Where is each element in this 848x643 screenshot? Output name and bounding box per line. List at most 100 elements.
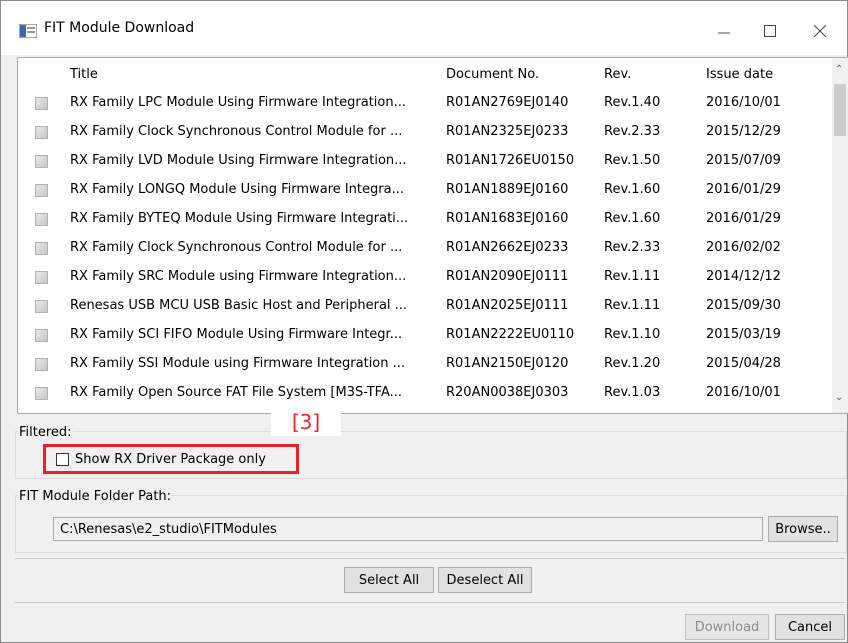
- document-icon: [35, 300, 48, 313]
- table-row[interactable]: RX Family BYTEQ Module Using Firmware In…: [18, 204, 832, 233]
- table-row[interactable]: RX Family SRC Module using Firmware Inte…: [18, 262, 832, 291]
- document-icon: [35, 387, 48, 400]
- annotation-callout: [3]: [271, 408, 341, 436]
- minimize-icon: [718, 32, 730, 34]
- row-document-no: R01AN1726EU0150: [446, 153, 575, 168]
- document-icon: [35, 329, 48, 342]
- cancel-button[interactable]: Cancel: [775, 614, 845, 640]
- row-document-no: R01AN2025EJ0111: [446, 298, 569, 313]
- table-row[interactable]: RX Family LPC Module Using Firmware Inte…: [18, 88, 832, 117]
- table-row[interactable]: RX Family SSI Module using Firmware Inte…: [18, 349, 832, 378]
- column-title[interactable]: Title: [70, 67, 98, 82]
- row-rev: Rev.2.33: [604, 240, 661, 255]
- row-document-no: R01AN2325EJ0233: [446, 124, 569, 139]
- table-row[interactable]: RX Family Clock Synchronous Control Modu…: [18, 117, 832, 146]
- row-rev: Rev.1.11: [604, 298, 661, 313]
- browse-button[interactable]: Browse..: [768, 516, 838, 542]
- row-title: RX Family Clock Synchronous Control Modu…: [70, 240, 403, 255]
- column-issue-date[interactable]: Issue date: [706, 67, 773, 82]
- row-rev: Rev.1.20: [604, 356, 661, 371]
- row-title: RX Family SRC Module using Firmware Inte…: [70, 269, 407, 284]
- folder-path-field[interactable]: C:\Renesas\e2_studio\FITModules: [53, 517, 763, 541]
- document-icon: [35, 184, 48, 197]
- maximize-icon: [764, 25, 776, 37]
- module-list[interactable]: Title Document No. Rev. Issue date RX Fa…: [17, 57, 848, 414]
- row-rev: Rev.1.10: [604, 327, 661, 342]
- row-title: Renesas USB MCU USB Basic Host and Perip…: [70, 298, 408, 313]
- row-issue-date: 2016/01/29: [706, 182, 781, 197]
- document-icon: [35, 213, 48, 226]
- row-rev: Rev.1.60: [604, 182, 661, 197]
- table-row[interactable]: Renesas USB MCU USB Basic Host and Perip…: [18, 291, 832, 320]
- row-title: RX Family Open Source FAT File System [M…: [70, 385, 403, 400]
- divider: [15, 558, 845, 559]
- document-icon: [35, 97, 48, 110]
- document-icon: [35, 358, 48, 371]
- row-rev: Rev.1.40: [604, 95, 661, 110]
- row-document-no: R01AN2662EJ0233: [446, 240, 569, 255]
- table-row[interactable]: RX Family LVD Module Using Firmware Inte…: [18, 146, 832, 175]
- scroll-down-icon[interactable]: ⌄: [835, 392, 843, 403]
- close-button[interactable]: [797, 13, 843, 49]
- row-document-no: R01AN1683EJ0160: [446, 211, 569, 226]
- filter-label: Filtered:: [18, 425, 73, 440]
- close-icon: [814, 25, 826, 37]
- document-icon: [35, 126, 48, 139]
- row-issue-date: 2015/12/29: [706, 124, 781, 139]
- document-icon: [35, 155, 48, 168]
- fit-module-download-window: FIT Module Download Title Document No. R…: [0, 0, 848, 643]
- table-row[interactable]: RX Family SCI FIFO Module Using Firmware…: [18, 320, 832, 349]
- row-document-no: R01AN2090EJ0111: [446, 269, 569, 284]
- scroll-thumb[interactable]: [834, 84, 846, 136]
- row-document-no: R01AN2222EU0110: [446, 327, 575, 342]
- row-issue-date: 2015/03/19: [706, 327, 781, 342]
- maximize-button[interactable]: [747, 13, 793, 49]
- download-button[interactable]: Download: [685, 614, 769, 640]
- row-issue-date: 2014/12/12: [706, 269, 781, 284]
- list-header: Title Document No. Rev. Issue date: [18, 58, 832, 88]
- row-title: RX Family SCI FIFO Module Using Firmware…: [70, 327, 403, 342]
- row-title: RX Family LPC Module Using Firmware Inte…: [70, 95, 406, 110]
- row-rev: Rev.1.11: [604, 269, 661, 284]
- vertical-scrollbar[interactable]: ⌃ ⌄: [832, 58, 848, 413]
- row-title: RX Family SSI Module using Firmware Inte…: [70, 356, 406, 371]
- select-all-button[interactable]: Select All: [344, 567, 434, 593]
- row-title: RX Family LONGQ Module Using Firmware In…: [70, 182, 404, 197]
- checkbox-label: Show RX Driver Package only: [75, 451, 266, 467]
- row-document-no: R01AN2769EJ0140: [446, 95, 569, 110]
- row-issue-date: 2015/09/30: [706, 298, 781, 313]
- row-title: RX Family BYTEQ Module Using Firmware In…: [70, 211, 409, 226]
- row-issue-date: 2015/07/09: [706, 153, 781, 168]
- document-icon: [35, 242, 48, 255]
- row-title: RX Family LVD Module Using Firmware Inte…: [70, 153, 407, 168]
- row-rev: Rev.2.33: [604, 124, 661, 139]
- row-issue-date: 2016/10/01: [706, 385, 781, 400]
- row-title: RX Family Clock Synchronous Control Modu…: [70, 124, 403, 139]
- document-icon: [35, 271, 48, 284]
- table-row[interactable]: RX Family Open Source FAT File System [M…: [18, 378, 832, 407]
- row-issue-date: 2016/01/29: [706, 211, 781, 226]
- row-document-no: R20AN0038EJ0303: [446, 385, 569, 400]
- row-issue-date: 2016/02/02: [706, 240, 781, 255]
- column-rev[interactable]: Rev.: [604, 67, 631, 82]
- row-issue-date: 2016/10/01: [706, 95, 781, 110]
- app-icon: [19, 24, 37, 38]
- show-rx-driver-package-checkbox[interactable]: Show RX Driver Package only: [43, 444, 299, 474]
- checkbox-box[interactable]: [56, 452, 69, 466]
- row-issue-date: 2015/04/28: [706, 356, 781, 371]
- window-title: FIT Module Download: [44, 20, 195, 36]
- deselect-all-button[interactable]: Deselect All: [438, 567, 532, 593]
- scroll-up-icon[interactable]: ⌃: [835, 64, 843, 75]
- minimize-button[interactable]: [701, 13, 747, 49]
- folder-path-label: FIT Module Folder Path:: [18, 489, 173, 504]
- row-document-no: R01AN2150EJ0120: [446, 356, 569, 371]
- divider: [15, 602, 845, 603]
- row-rev: Rev.1.60: [604, 211, 661, 226]
- title-bar: FIT Module Download: [1, 1, 847, 55]
- table-row[interactable]: RX Family LONGQ Module Using Firmware In…: [18, 175, 832, 204]
- table-row[interactable]: RX Family Clock Synchronous Control Modu…: [18, 233, 832, 262]
- column-document-no[interactable]: Document No.: [446, 67, 539, 82]
- row-rev: Rev.1.50: [604, 153, 661, 168]
- row-document-no: R01AN1889EJ0160: [446, 182, 569, 197]
- row-rev: Rev.1.03: [604, 385, 661, 400]
